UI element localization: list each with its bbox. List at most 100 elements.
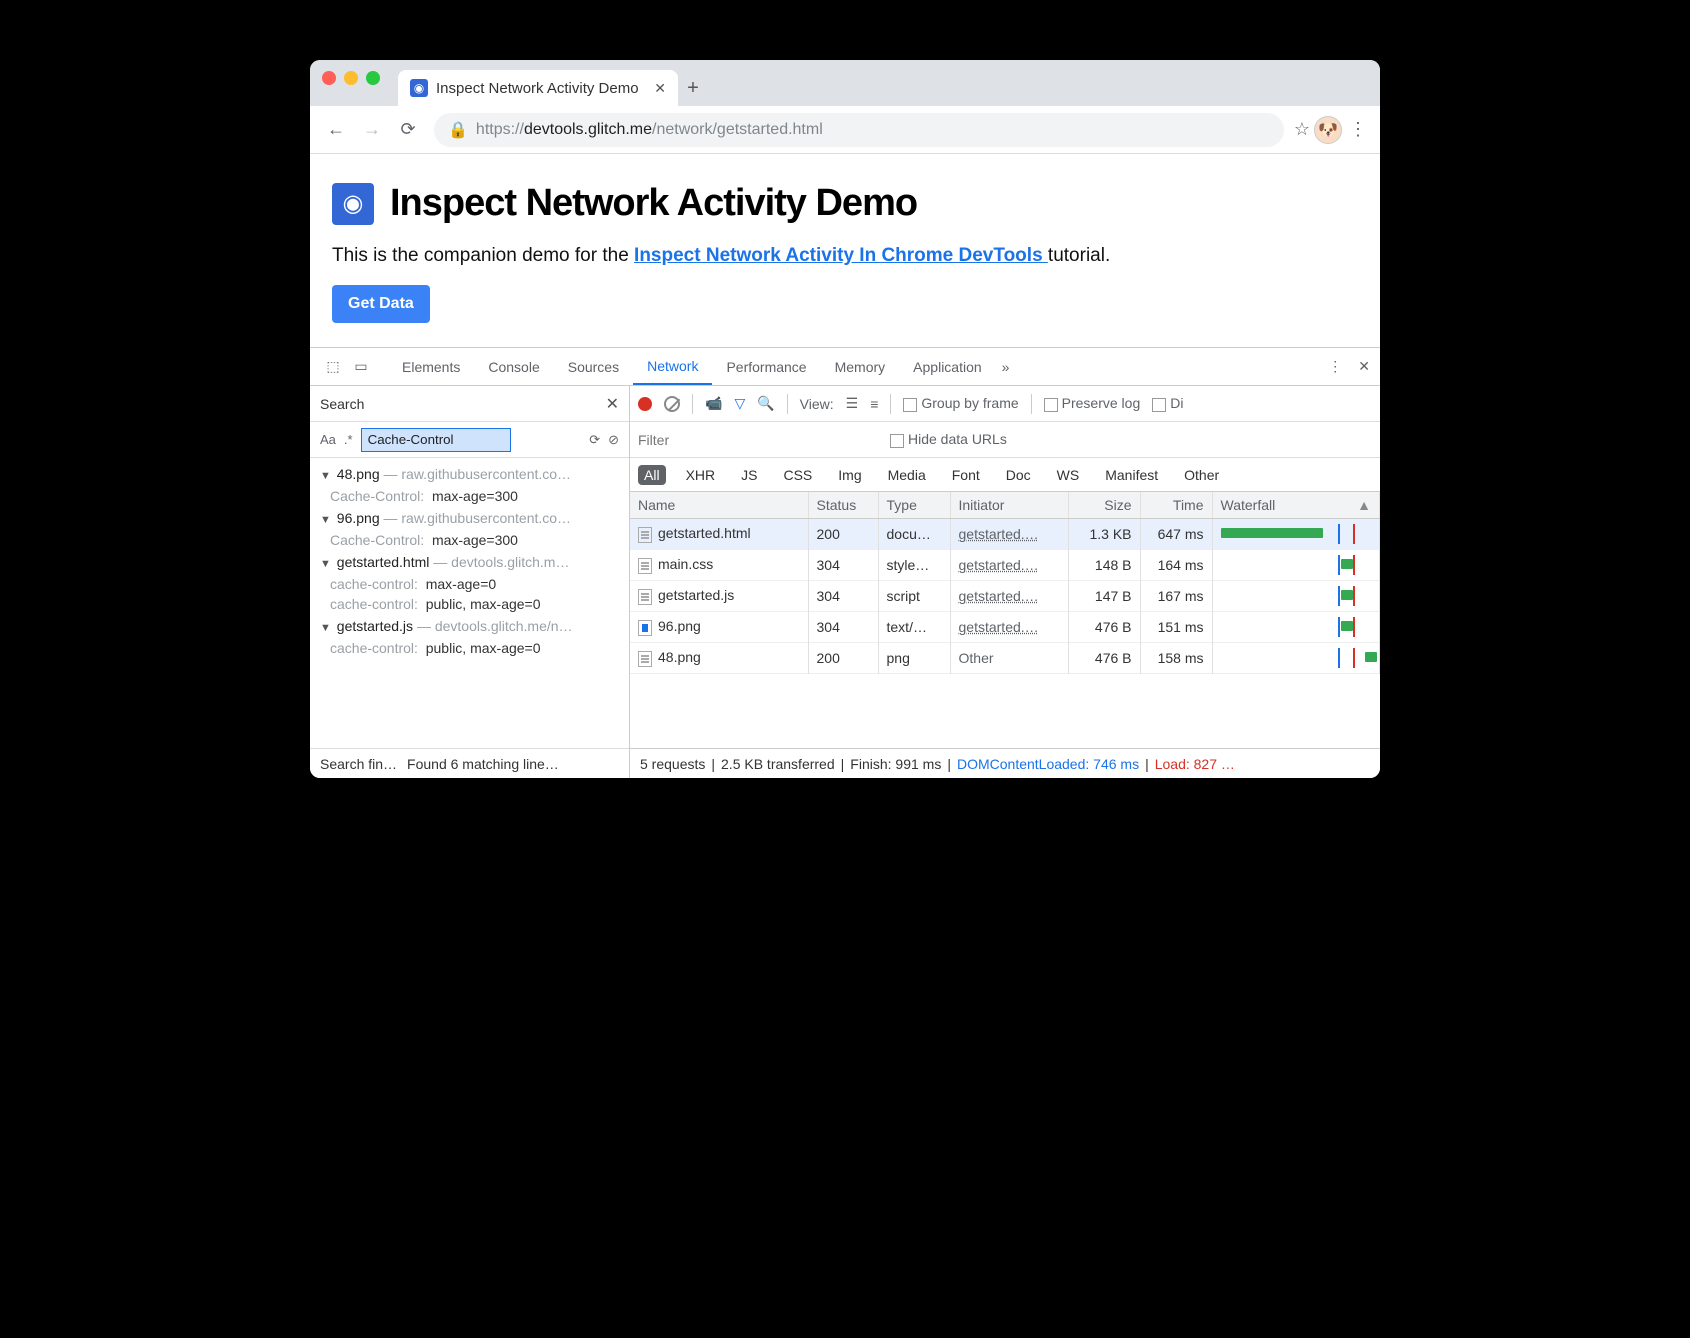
column-header-size[interactable]: Size bbox=[1068, 492, 1140, 519]
menu-icon[interactable]: ⋮ bbox=[1346, 119, 1370, 140]
inspect-icon[interactable]: ⬚ bbox=[320, 358, 346, 375]
devtools-tab-sources[interactable]: Sources bbox=[554, 348, 633, 385]
request-row[interactable]: 48.png200pngOther476 B158 ms bbox=[630, 643, 1380, 674]
bookmark-icon[interactable]: ☆ bbox=[1294, 119, 1310, 140]
type-filter-all[interactable]: All bbox=[638, 465, 666, 485]
maximize-window-button[interactable] bbox=[366, 71, 380, 85]
search-result-line[interactable]: Cache-Control: max-age=300 bbox=[310, 530, 629, 550]
toolbar: ← → ⟳ 🔒 https://devtools.glitch.me/netwo… bbox=[310, 106, 1380, 154]
page-title: Inspect Network Activity Demo bbox=[390, 182, 917, 225]
request-row[interactable]: 96.png304text/…getstarted.…476 B151 ms bbox=[630, 612, 1380, 643]
window-controls bbox=[322, 71, 380, 85]
devtools-panel: ⬚ ▭ ElementsConsoleSourcesNetworkPerform… bbox=[310, 347, 1380, 778]
column-header-initiator[interactable]: Initiator bbox=[950, 492, 1068, 519]
intro-text: This is the companion demo for the Inspe… bbox=[332, 245, 1358, 267]
regex-toggle[interactable]: .* bbox=[344, 432, 353, 447]
search-pane-title: Search bbox=[320, 396, 364, 412]
lock-icon: 🔒 bbox=[448, 120, 468, 140]
type-filter-manifest[interactable]: Manifest bbox=[1099, 465, 1164, 485]
devtools-tab-memory[interactable]: Memory bbox=[821, 348, 900, 385]
view-label: View: bbox=[800, 396, 834, 412]
type-filter-js[interactable]: JS bbox=[735, 465, 763, 485]
search-input[interactable] bbox=[361, 428, 511, 452]
search-results: ▼ 48.png — raw.githubusercontent.co…Cach… bbox=[310, 458, 629, 748]
record-button[interactable] bbox=[638, 397, 652, 411]
close-tab-icon[interactable]: ✕ bbox=[654, 80, 666, 97]
back-button[interactable]: ← bbox=[320, 114, 352, 146]
device-toggle-icon[interactable]: ▭ bbox=[348, 358, 374, 375]
request-row[interactable]: main.css304style…getstarted.…148 B164 ms bbox=[630, 550, 1380, 581]
type-filter-font[interactable]: Font bbox=[946, 465, 986, 485]
browser-tab[interactable]: ◉ Inspect Network Activity Demo ✕ bbox=[398, 70, 678, 106]
minimize-window-button[interactable] bbox=[344, 71, 358, 85]
hide-data-urls-checkbox[interactable]: Hide data URLs bbox=[890, 431, 1007, 447]
url: https://devtools.glitch.me/network/getst… bbox=[476, 121, 823, 139]
search-result-line[interactable]: Cache-Control: max-age=300 bbox=[310, 486, 629, 506]
column-header-time[interactable]: Time bbox=[1140, 492, 1212, 519]
column-header-status[interactable]: Status bbox=[808, 492, 878, 519]
clear-button[interactable] bbox=[664, 396, 680, 412]
reload-button[interactable]: ⟳ bbox=[392, 114, 424, 146]
search-result-line[interactable]: cache-control: public, max-age=0 bbox=[310, 638, 629, 658]
clear-search-icon[interactable]: ⊘ bbox=[608, 432, 619, 448]
get-data-button[interactable]: Get Data bbox=[332, 285, 430, 323]
type-filter-ws[interactable]: WS bbox=[1051, 465, 1086, 485]
type-filter-other[interactable]: Other bbox=[1178, 465, 1225, 485]
large-rows-icon[interactable]: ☰ bbox=[846, 395, 859, 412]
search-pane: Search ✕ Aa .* ⟳ ⊘ ▼ 48.png — raw.github… bbox=[310, 386, 630, 778]
match-case-toggle[interactable]: Aa bbox=[320, 432, 336, 447]
column-header-waterfall[interactable]: Waterfall▲ bbox=[1212, 492, 1380, 519]
group-by-frame-checkbox[interactable]: Group by frame bbox=[903, 395, 1018, 411]
new-tab-button[interactable]: + bbox=[678, 70, 708, 106]
network-filter-row: Hide data URLs bbox=[630, 422, 1380, 458]
tab-strip: ◉ Inspect Network Activity Demo ✕ + bbox=[310, 60, 1380, 106]
search-icon[interactable]: 🔍 bbox=[757, 395, 774, 412]
overview-icon[interactable]: ≡ bbox=[870, 396, 878, 412]
search-result-file[interactable]: ▼ getstarted.js — devtools.glitch.me/n… bbox=[310, 614, 629, 638]
type-filter-doc[interactable]: Doc bbox=[1000, 465, 1037, 485]
devtools-tab-console[interactable]: Console bbox=[474, 348, 553, 385]
filter-input[interactable] bbox=[638, 429, 798, 451]
network-toolbar: 📹 ▽ 🔍 View: ☰ ≡ Group by frame Preserve … bbox=[630, 386, 1380, 422]
devtools-menu-icon[interactable]: ⋮ bbox=[1328, 358, 1342, 375]
refresh-search-icon[interactable]: ⟳ bbox=[589, 432, 600, 448]
page-content: ◉ Inspect Network Activity Demo This is … bbox=[310, 154, 1380, 347]
request-row[interactable]: getstarted.js304scriptgetstarted.…147 B1… bbox=[630, 581, 1380, 612]
column-header-type[interactable]: Type bbox=[878, 492, 950, 519]
type-filter-media[interactable]: Media bbox=[882, 465, 932, 485]
tab-title: Inspect Network Activity Demo bbox=[436, 80, 639, 97]
devtools-tabbar: ⬚ ▭ ElementsConsoleSourcesNetworkPerform… bbox=[310, 348, 1380, 386]
address-bar[interactable]: 🔒 https://devtools.glitch.me/network/get… bbox=[434, 113, 1284, 147]
filter-icon[interactable]: ▽ bbox=[734, 395, 745, 412]
type-filter-xhr[interactable]: XHR bbox=[680, 465, 722, 485]
devtools-tab-elements[interactable]: Elements bbox=[388, 348, 474, 385]
devtools-tab-network[interactable]: Network bbox=[633, 348, 712, 385]
resource-type-filters: All XHR JS CSS Img Media Font Doc WS Manifest Othe… bbox=[630, 458, 1380, 492]
tutorial-link[interactable]: Inspect Network Activity In Chrome DevTo… bbox=[634, 245, 1048, 266]
page-logo: ◉ bbox=[332, 183, 374, 225]
search-close-icon[interactable]: ✕ bbox=[606, 394, 619, 414]
more-tabs-icon[interactable]: » bbox=[1002, 359, 1010, 375]
search-result-line[interactable]: cache-control: max-age=0 bbox=[310, 574, 629, 594]
preserve-log-checkbox[interactable]: Preserve log bbox=[1044, 395, 1141, 411]
screenshot-icon[interactable]: 📹 bbox=[705, 395, 722, 412]
close-window-button[interactable] bbox=[322, 71, 336, 85]
search-result-line[interactable]: cache-control: public, max-age=0 bbox=[310, 594, 629, 614]
favicon: ◉ bbox=[410, 79, 428, 97]
request-row[interactable]: getstarted.html200docu…getstarted.…1.3 K… bbox=[630, 519, 1380, 550]
devtools-tab-application[interactable]: Application bbox=[899, 348, 996, 385]
disable-cache-checkbox[interactable]: Di bbox=[1152, 395, 1183, 411]
search-status: Search fin… Found 6 matching line… bbox=[310, 748, 629, 778]
search-result-file[interactable]: ▼ 96.png — raw.githubusercontent.co… bbox=[310, 506, 629, 530]
search-result-file[interactable]: ▼ 48.png — raw.githubusercontent.co… bbox=[310, 462, 629, 486]
type-filter-img[interactable]: Img bbox=[832, 465, 867, 485]
devtools-tab-performance[interactable]: Performance bbox=[712, 348, 820, 385]
type-filter-css[interactable]: CSS bbox=[777, 465, 818, 485]
column-header-name[interactable]: Name bbox=[630, 492, 808, 519]
network-table: NameStatusTypeInitiatorSizeTimeWaterfall… bbox=[630, 492, 1380, 748]
profile-avatar[interactable]: 🐶 bbox=[1314, 116, 1342, 144]
devtools-close-icon[interactable]: ✕ bbox=[1358, 358, 1370, 375]
network-pane: 📹 ▽ 🔍 View: ☰ ≡ Group by frame Preserve … bbox=[630, 386, 1380, 778]
forward-button[interactable]: → bbox=[356, 114, 388, 146]
search-result-file[interactable]: ▼ getstarted.html — devtools.glitch.m… bbox=[310, 550, 629, 574]
